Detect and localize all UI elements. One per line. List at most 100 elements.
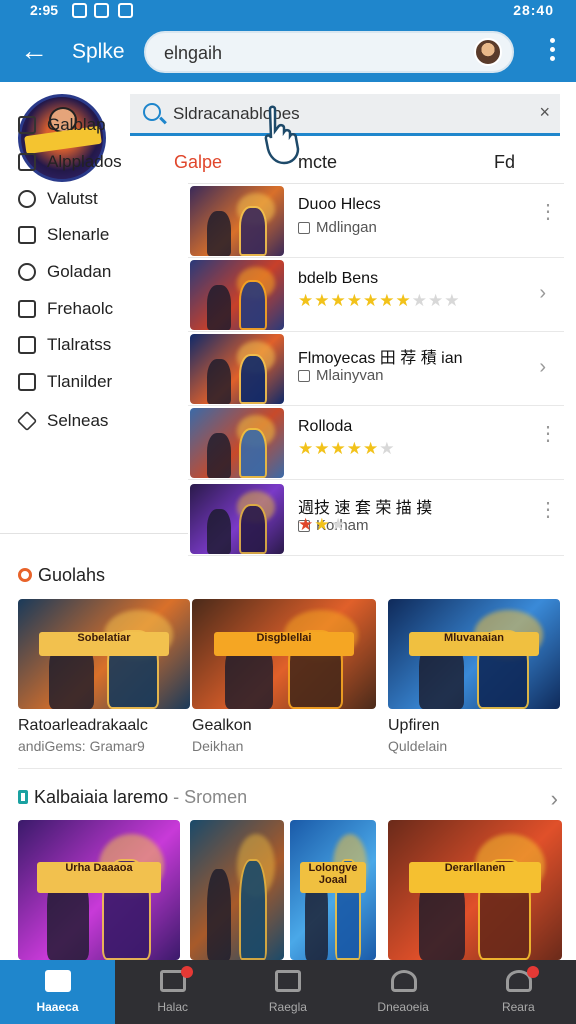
back-arrow-icon[interactable]: ← bbox=[18, 36, 50, 68]
bottom-nav-label: Dneaoeia bbox=[377, 1000, 429, 1014]
sidebar-item-7[interactable]: Tlalratss bbox=[18, 332, 183, 360]
bottom-nav-item-5[interactable]: Reara bbox=[461, 960, 576, 1024]
result-title: Duoo Hlecs bbox=[298, 196, 381, 213]
sidebar-item-label: Galblap bbox=[47, 115, 106, 134]
sidebar-item-3[interactable]: Valutst bbox=[18, 186, 183, 214]
diamond-icon bbox=[16, 410, 38, 432]
users-icon bbox=[18, 190, 36, 208]
card-subtitle: Deikhan bbox=[192, 738, 244, 754]
tab-mcte[interactable]: mcte bbox=[298, 152, 337, 173]
chevron-right-icon[interactable]: › bbox=[539, 282, 546, 305]
game-thumbnail[interactable] bbox=[190, 186, 284, 256]
bottom-nav-label: Halac bbox=[157, 1000, 189, 1014]
game-thumbnail[interactable] bbox=[190, 260, 284, 330]
bottom-nav-item-4[interactable]: Dneaoeia bbox=[346, 960, 461, 1024]
star-icon: ★ bbox=[330, 439, 347, 458]
sidebar-item-4[interactable]: Slenarle bbox=[18, 222, 183, 250]
result-title: Rolloda bbox=[298, 418, 353, 435]
sidebar-item-label: Frehaolc bbox=[47, 299, 114, 318]
star-icon: ★ bbox=[346, 439, 363, 458]
game-poster[interactable] bbox=[190, 820, 284, 960]
sidebar-item-6[interactable]: Frehaolc bbox=[18, 296, 183, 324]
grid-icon bbox=[275, 970, 302, 992]
star-icon: ★ bbox=[330, 515, 347, 534]
sidebar-item-2[interactable]: Alpplados bbox=[18, 149, 183, 177]
star-icon: ★ bbox=[314, 515, 331, 534]
star-icon: ★ bbox=[298, 439, 315, 458]
star-icon: ★ bbox=[298, 291, 315, 310]
star-icon: ★ bbox=[314, 291, 331, 310]
art-banner-text: Mluvanaian bbox=[408, 632, 540, 657]
folder-icon bbox=[18, 116, 36, 134]
tab-fd[interactable]: Fd bbox=[494, 152, 515, 173]
art-banner-text: Disgblellai bbox=[214, 632, 354, 657]
result-row[interactable]: Flmoyecas 田 荐 積 ian Mlainyvan › bbox=[188, 332, 564, 406]
game-poster[interactable]: Derarllanen bbox=[388, 820, 562, 960]
star-icon: ★ bbox=[395, 291, 412, 310]
star-icon: ★ bbox=[346, 291, 363, 310]
sidebar-item-9[interactable]: Selneas bbox=[16, 408, 183, 436]
star-icon: ★ bbox=[330, 291, 347, 310]
game-poster[interactable]: Urha Daaaoa bbox=[18, 820, 180, 960]
result-row[interactable]: bdelb Bens ★★★★★★★★★★ › bbox=[188, 258, 564, 332]
tag-icon bbox=[18, 336, 36, 354]
top-search-field[interactable]: elngaih bbox=[144, 31, 514, 73]
card-subtitle: andiGems: Gramar9 bbox=[18, 738, 145, 754]
section-icon bbox=[18, 790, 28, 804]
more-vert-icon[interactable]: ⋮ bbox=[538, 500, 558, 520]
star-icon: ★ bbox=[363, 439, 380, 458]
star-icon: ★ bbox=[379, 291, 396, 310]
art-banner-text: Lolongve Joaal bbox=[300, 862, 366, 893]
game-thumbnail[interactable] bbox=[190, 334, 284, 404]
chevron-right-icon[interactable]: › bbox=[551, 786, 558, 812]
app-bar: ← Splke elngaih bbox=[0, 22, 576, 82]
section-divider bbox=[18, 768, 562, 769]
game-card[interactable]: Mluvanaian bbox=[388, 599, 560, 709]
bottom-nav-label: Haaeca bbox=[36, 1000, 79, 1014]
section-title-kalbaiaia: Kalbaiaia laremo - Sromen bbox=[18, 787, 247, 808]
app-title: Splke bbox=[72, 40, 125, 63]
star-icon: ★ bbox=[298, 515, 315, 534]
more-vert-icon[interactable] bbox=[548, 38, 556, 66]
chevron-right-icon[interactable]: › bbox=[539, 356, 546, 379]
game-thumbnail[interactable] bbox=[190, 484, 284, 554]
sidebar: Galblap Alpplados Valutst Slenarle Goladan Fr… bbox=[0, 82, 188, 552]
art-banner-text: Sobelatiar bbox=[38, 632, 170, 657]
bottom-nav-label: Reara bbox=[501, 1000, 535, 1014]
result-subtitle: Mlainyvan bbox=[316, 367, 384, 384]
sidebar-item-label: Alpplados bbox=[47, 152, 122, 171]
bottom-nav-item-1[interactable]: Haaeca bbox=[0, 960, 115, 1024]
star-icon: ★ bbox=[379, 439, 396, 458]
home-icon bbox=[45, 970, 71, 992]
bottom-nav: Haaeca Halac Raegla Dneaoeia Reara bbox=[0, 960, 576, 1024]
star-icon: ★ bbox=[314, 439, 331, 458]
result-row[interactable]: Rolloda ★★★★★★ ⋮ bbox=[188, 406, 564, 480]
result-row[interactable]: 週技 速 套 荣 描 摸 Korham ★★★ ⋮ bbox=[188, 482, 564, 556]
sidebar-item-label: Goladan bbox=[47, 262, 112, 281]
tab-galpe[interactable]: Galpe bbox=[174, 152, 222, 173]
art-banner-text: Urha Daaaoa bbox=[37, 862, 161, 893]
sidebar-item-8[interactable]: Tlanilder bbox=[18, 369, 183, 397]
clear-icon[interactable]: × bbox=[539, 102, 550, 123]
avatar[interactable] bbox=[474, 38, 502, 66]
sidebar-item-5[interactable]: Goladan bbox=[18, 259, 183, 287]
main-search-input[interactable]: Sldracanablopes × bbox=[130, 94, 560, 136]
bottom-nav-item-3[interactable]: Raegla bbox=[230, 960, 345, 1024]
more-vert-icon[interactable]: ⋮ bbox=[538, 202, 558, 222]
gamepad-icon bbox=[18, 373, 36, 391]
bottom-nav-item-2[interactable]: Halac bbox=[115, 960, 230, 1024]
status-time: 2:95 bbox=[30, 2, 59, 18]
game-poster[interactable]: Lolongve Joaal bbox=[290, 820, 376, 960]
game-thumbnail[interactable] bbox=[190, 408, 284, 478]
more-vert-icon[interactable]: ⋮ bbox=[538, 424, 558, 444]
game-card[interactable]: Sobelatiar bbox=[18, 599, 190, 709]
star-rating: ★★★ bbox=[298, 515, 347, 535]
star-icon: ★ bbox=[411, 291, 428, 310]
category-icon bbox=[298, 222, 310, 234]
result-subtitle: Mdlingan bbox=[316, 219, 377, 236]
search-icon bbox=[143, 103, 161, 121]
sidebar-divider bbox=[0, 533, 188, 534]
result-row[interactable]: Duoo Hlecs Mdlingan ⋮ bbox=[188, 184, 564, 258]
game-card[interactable]: Disgblellai bbox=[192, 599, 376, 709]
section-title-text: Guolahs bbox=[38, 565, 106, 585]
